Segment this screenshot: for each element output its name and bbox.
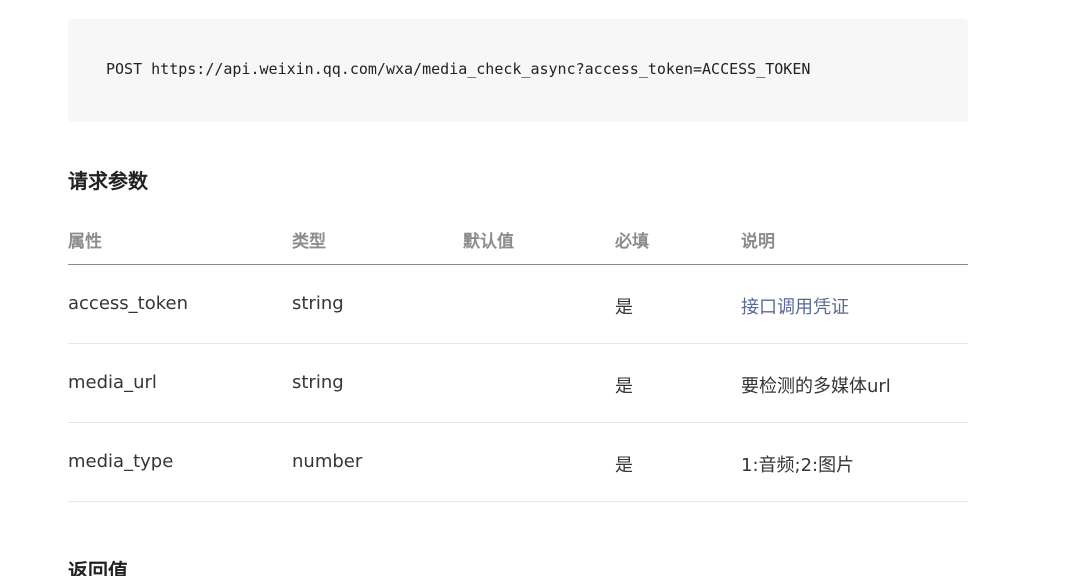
param-description: 要检测的多媒体url bbox=[741, 376, 891, 397]
param-type: string bbox=[292, 372, 344, 393]
header-required: 必填 bbox=[615, 232, 649, 252]
param-type: number bbox=[292, 451, 363, 472]
table-header: 属性 类型 默认值 必填 说明 bbox=[68, 212, 968, 265]
header-description: 说明 bbox=[741, 232, 775, 252]
param-required: 是 bbox=[615, 297, 633, 318]
param-name: access_token bbox=[68, 293, 188, 314]
table-row: media_type number 是 1:音频;2:图片 bbox=[68, 423, 968, 502]
param-name: media_type bbox=[68, 451, 174, 472]
request-code-block: POST https://api.weixin.qq.com/wxa/media… bbox=[68, 19, 968, 122]
param-type: string bbox=[292, 293, 344, 314]
param-required: 是 bbox=[615, 376, 633, 397]
params-section-title: 请求参数 bbox=[68, 169, 148, 193]
header-name: 属性 bbox=[68, 232, 102, 252]
header-type: 类型 bbox=[292, 232, 326, 252]
param-description: 1:音频;2:图片 bbox=[741, 455, 855, 476]
return-section-title: 返回值 bbox=[68, 559, 128, 576]
params-table: 属性 类型 默认值 必填 说明 access_token string 是 接口… bbox=[68, 212, 968, 502]
param-description-link[interactable]: 接口调用凭证 bbox=[741, 293, 849, 319]
param-required: 是 bbox=[615, 455, 633, 476]
table-row: media_url string 是 要检测的多媒体url bbox=[68, 344, 968, 423]
request-url-code: POST https://api.weixin.qq.com/wxa/media… bbox=[106, 60, 811, 78]
doc-page: POST https://api.weixin.qq.com/wxa/media… bbox=[0, 0, 1077, 576]
header-default: 默认值 bbox=[463, 232, 514, 252]
param-name: media_url bbox=[68, 372, 157, 393]
table-row: access_token string 是 接口调用凭证 bbox=[68, 265, 968, 344]
